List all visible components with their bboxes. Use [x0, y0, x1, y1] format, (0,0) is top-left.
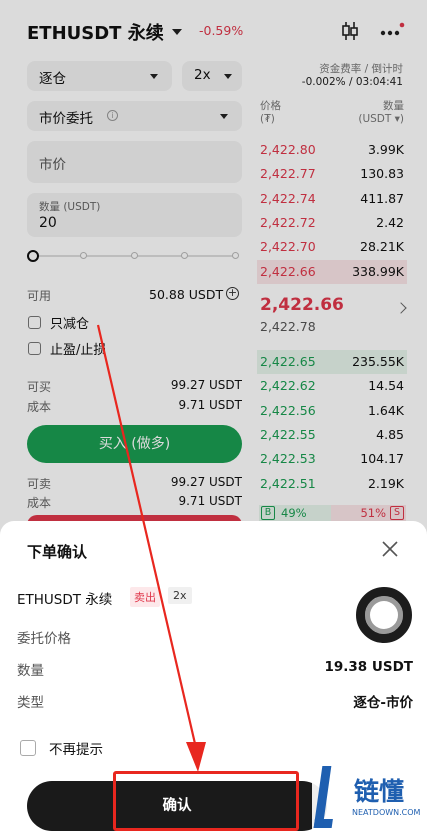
annotation-arrow-icon — [96, 324, 206, 772]
watermark-logo: 链懂 NEATDOWN.COM — [312, 760, 427, 833]
watermark-text: 链懂 — [354, 777, 405, 806]
watermark-sub: NEATDOWN.COM — [352, 808, 421, 817]
watermark-mark-icon — [313, 766, 341, 828]
trading-screen: ETHUSDT 永续 -0.59% 资金费率 / 倒计时 -0.002% / 0… — [0, 0, 427, 833]
